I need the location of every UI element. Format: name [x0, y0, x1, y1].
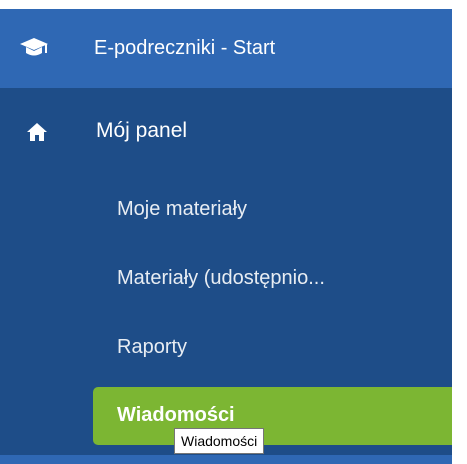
sidebar-item-shared-materials[interactable]: Materiały (udostępnio... [117, 263, 325, 293]
sidebar-item-my-materials[interactable]: Moje materiały [117, 194, 247, 224]
home-icon [27, 123, 47, 141]
sidebar: E-podreczniki - Start Mój panel Moje mat… [0, 9, 452, 464]
sidebar-footer [0, 455, 452, 464]
sidebar-item-reports[interactable]: Raporty [117, 332, 187, 362]
graduation-cap-icon [20, 38, 48, 56]
app-title: E-podreczniki - Start [94, 37, 276, 59]
sidebar-item-label: Wiadomości [117, 404, 235, 426]
app-window: E-podreczniki - Start Mój panel Moje mat… [0, 0, 467, 464]
sidebar-item-my-panel[interactable]: Mój panel [96, 116, 187, 146]
sidebar-header[interactable]: E-podreczniki - Start [0, 9, 452, 88]
sidebar-item-messages[interactable]: Wiadomości [93, 387, 452, 445]
tooltip: Wiadomości [174, 428, 265, 454]
